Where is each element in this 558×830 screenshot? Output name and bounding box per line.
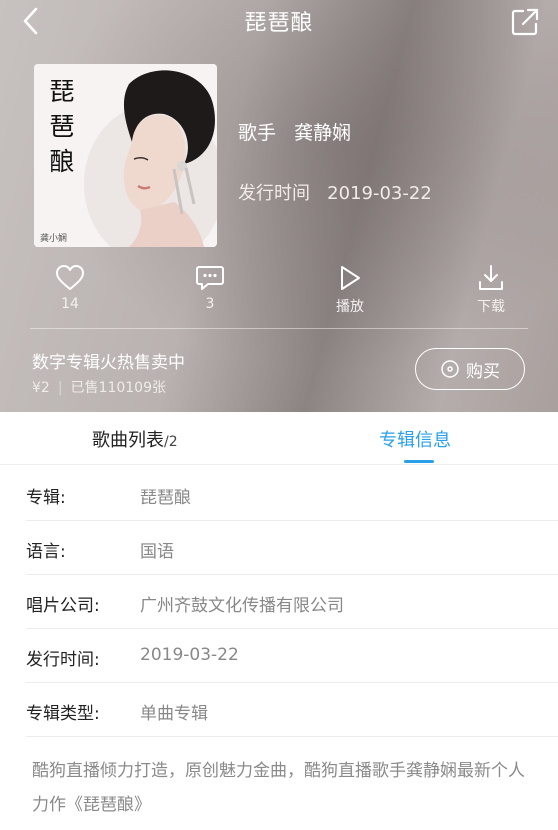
promo-price-line: ¥2 | 已售110109张: [32, 377, 166, 397]
release-line: 发行时间 2019-03-22: [238, 179, 432, 205]
sold-count: 已售110109张: [70, 380, 166, 396]
download-icon: [479, 265, 503, 290]
comment-count: 3: [205, 296, 215, 312]
release-label: 发行时间: [238, 183, 310, 204]
share-button[interactable]: [509, 6, 541, 38]
row-divider: [26, 736, 558, 737]
comment-button[interactable]: 3: [170, 264, 250, 312]
header-divider: [30, 328, 528, 329]
release-date: 2019-03-22: [327, 183, 432, 204]
download-button[interactable]: 下载: [451, 264, 531, 316]
comment-icon: [196, 266, 224, 290]
info-label: 发行时间:: [26, 650, 100, 670]
artist-line[interactable]: 歌手 龚静娴: [238, 118, 351, 145]
play-button[interactable]: 播放: [310, 264, 390, 316]
tab-bar: 歌曲列表/2 专辑信息: [0, 412, 558, 465]
play-icon: [341, 266, 360, 290]
promo-title: 数字专辑火热售卖中: [32, 353, 185, 373]
tab-album-info[interactable]: 专辑信息: [379, 426, 451, 452]
download-label: 下载: [477, 299, 505, 315]
info-value: 国语: [140, 542, 174, 562]
heart-icon: [56, 265, 84, 290]
song-count: /2: [164, 434, 178, 450]
like-count: 14: [61, 296, 79, 312]
page-title: 琵琶酿: [244, 11, 314, 36]
album-header: 琵琶酿 琵琶酿 龚小娴 歌手 龚静娴 发行时间 2019-03-22 14 3 …: [0, 0, 558, 412]
active-tab-indicator: [404, 460, 434, 463]
album-cover[interactable]: 琵琶酿 龚小娴: [34, 64, 217, 247]
disc-icon: [441, 360, 459, 378]
like-button[interactable]: 14: [30, 264, 110, 312]
info-value: 琵琶酿: [140, 488, 191, 508]
tab-song-list-label: 歌曲列表: [92, 430, 164, 451]
info-label: 专辑类型:: [26, 704, 100, 724]
info-row-album-type: 专辑类型: 单曲专辑: [0, 683, 558, 737]
info-row-label-company: 唱片公司: 广州齐鼓文化传播有限公司: [0, 575, 558, 629]
cover-signature: 龚小娴: [40, 234, 68, 244]
info-row-language: 语言: 国语: [0, 521, 558, 575]
tab-song-list[interactable]: 歌曲列表/2: [92, 426, 178, 452]
artist-name[interactable]: 龚静娴: [294, 122, 351, 144]
cover-title-text: 琵琶酿: [49, 77, 75, 176]
buy-button[interactable]: 购买: [415, 348, 525, 390]
info-label: 语言:: [26, 542, 66, 562]
album-description: 酷狗直播倾力打造，原创魅力金曲，酷狗直播歌手龚静娴最新个人力作《琵琶酿》: [32, 761, 525, 815]
price-separator: |: [57, 380, 63, 396]
info-label: 唱片公司:: [26, 596, 100, 616]
price: ¥2: [32, 380, 50, 396]
info-value: 广州齐鼓文化传播有限公司: [140, 596, 344, 616]
info-label: 专辑:: [26, 488, 66, 508]
artist-label: 歌手: [238, 122, 277, 144]
info-value: 2019-03-22: [140, 645, 239, 665]
info-value: 单曲专辑: [140, 704, 208, 724]
play-label: 播放: [336, 299, 364, 315]
info-row-album: 专辑: 琵琶酿: [0, 467, 558, 521]
info-row-release-date: 发行时间: 2019-03-22: [0, 629, 558, 683]
share-icon: [511, 8, 539, 36]
buy-label: 购买: [466, 361, 500, 382]
